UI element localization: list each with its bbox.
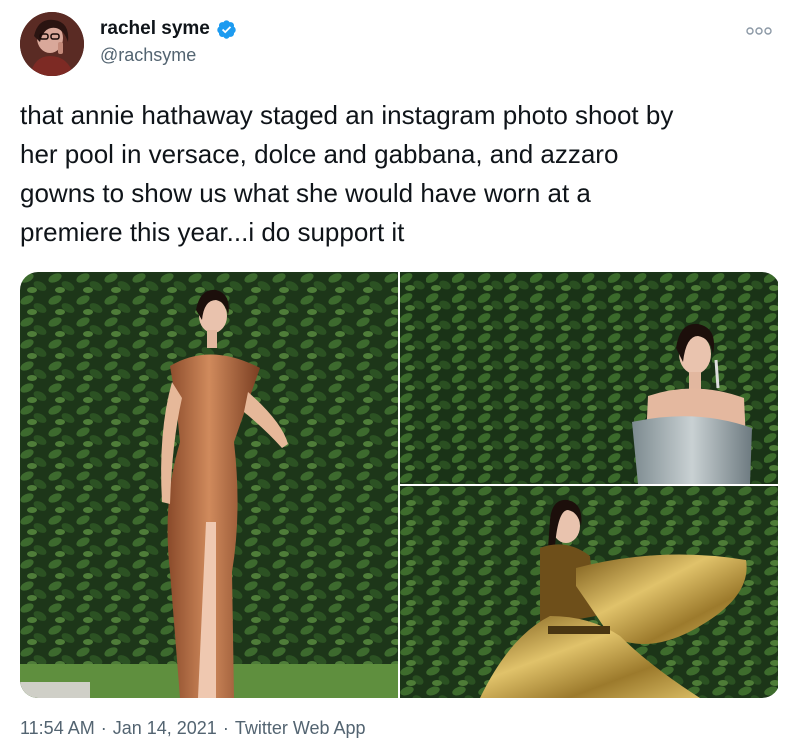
avatar-image xyxy=(20,12,84,76)
tweet-source[interactable]: Twitter Web App xyxy=(235,718,366,738)
tweet-card: rachel syme @rachsyme that annie hathawa… xyxy=(0,0,800,754)
verified-badge-icon xyxy=(216,19,237,40)
avatar[interactable] xyxy=(20,12,84,76)
media-grid xyxy=(20,272,780,698)
meta-separator: · xyxy=(100,718,107,738)
user-handle[interactable]: @rachsyme xyxy=(100,45,237,66)
tweet-date[interactable]: Jan 14, 2021 xyxy=(113,718,217,738)
photo-copper-gown[interactable] xyxy=(20,272,398,698)
photo-silver-gown[interactable] xyxy=(400,272,778,484)
user-names: rachel syme @rachsyme xyxy=(100,18,237,66)
display-name[interactable]: rachel syme xyxy=(100,18,210,40)
tweet-time[interactable]: 11:54 AM xyxy=(20,718,95,738)
tweet-meta: 11:54 AM · Jan 14, 2021 · Twitter Web App xyxy=(20,718,366,739)
meta-separator: · xyxy=(222,718,229,738)
photo-gold-gown[interactable] xyxy=(400,486,778,698)
tweet-text: that annie hathaway staged an instagram … xyxy=(20,100,674,247)
more-options-icon[interactable] xyxy=(746,24,772,36)
